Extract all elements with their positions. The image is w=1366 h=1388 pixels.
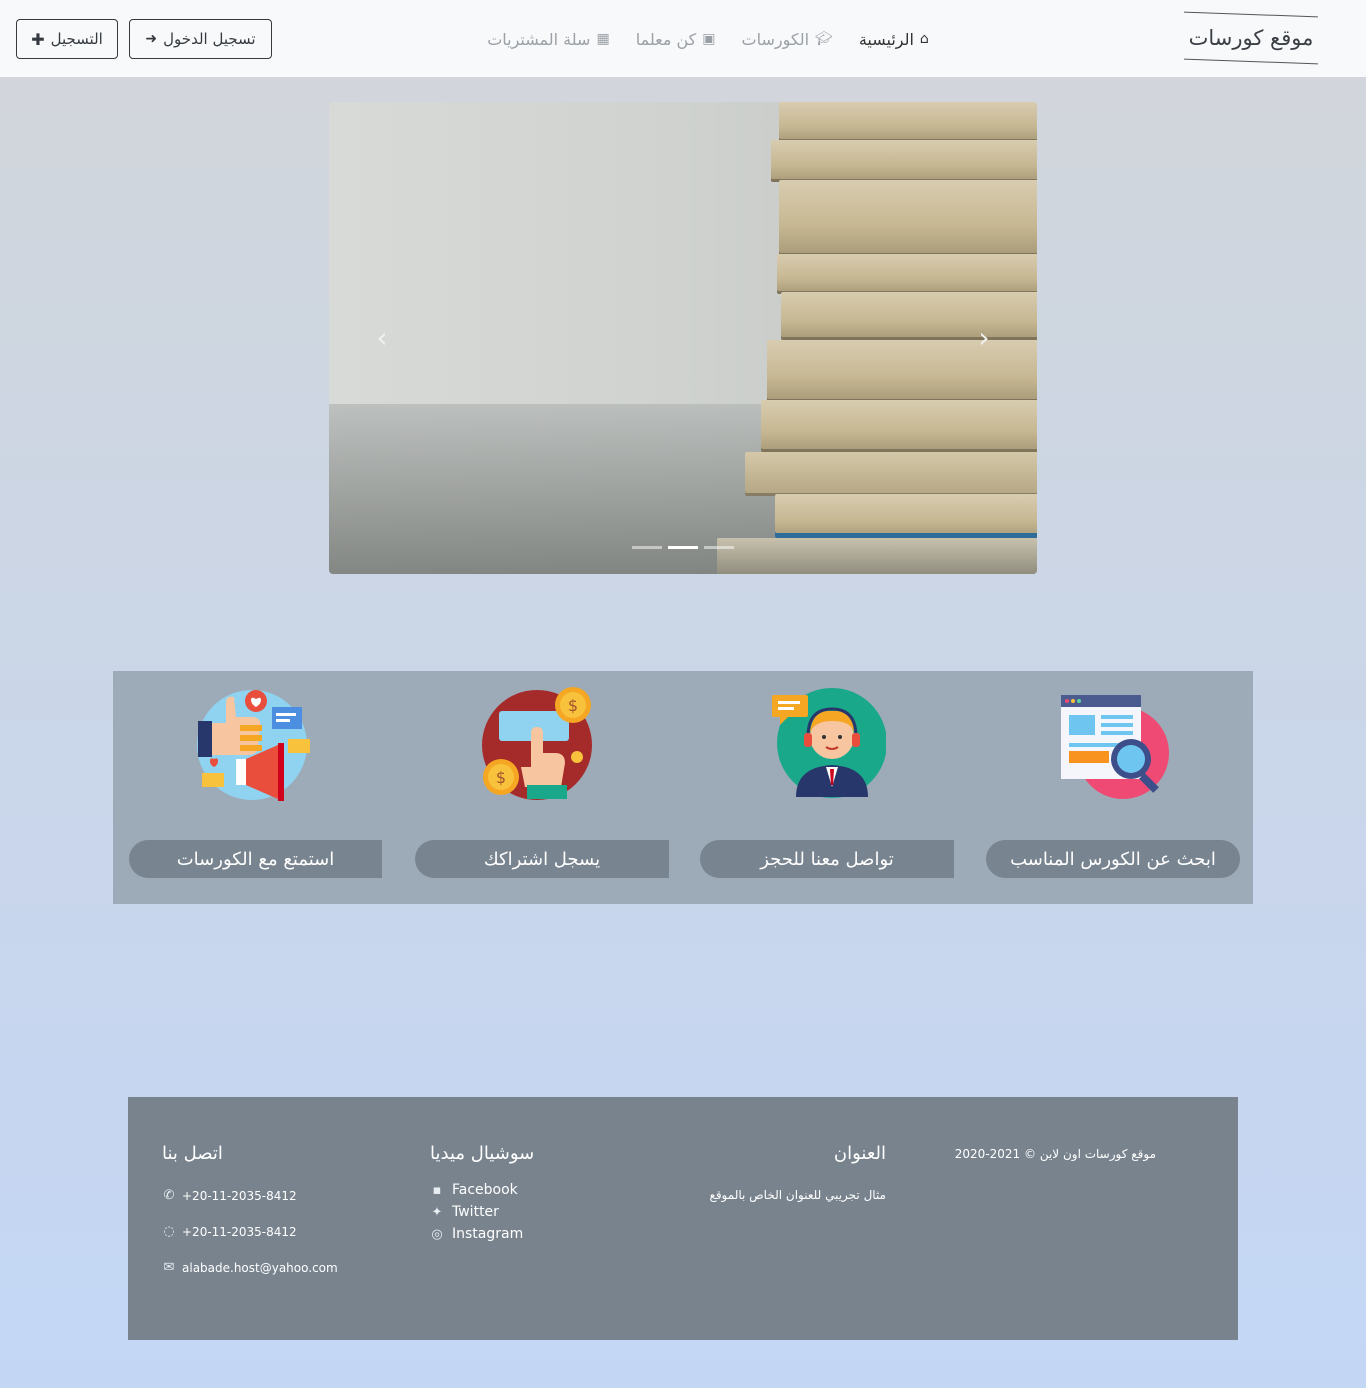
carousel-indicator-active[interactable] — [668, 546, 698, 549]
feature-label: استمتع مع الكورسات — [129, 840, 382, 878]
login-label: تسجيل الدخول — [163, 30, 256, 48]
social-label: Twitter — [452, 1204, 499, 1220]
home-icon: ⌂ — [919, 31, 929, 47]
phone-icon: ✆ — [163, 1188, 175, 1203]
footer: موقع كورسات اون لاين © 2021-2020 العنوان… — [128, 1097, 1238, 1340]
navbar: موقع كورسات ⌂ الرئيسية 🎓︎ الكورسات ▣ كن … — [0, 0, 1366, 77]
email-text: alabade.host@yahoo.com — [182, 1260, 338, 1275]
chevron-right-icon: › — [978, 320, 990, 354]
nav-link-label: سلة المشتريات — [487, 29, 591, 49]
carousel-indicator[interactable] — [704, 546, 734, 549]
footer-social: سوشيال ميديا ▪ Facebook ✦ Twitter ◎ Inst… — [430, 1143, 534, 1248]
register-button[interactable]: التسجيل ✚ — [16, 19, 118, 59]
feature-label: يسجل اشتراكك — [415, 840, 669, 878]
social-link-facebook[interactable]: ▪ Facebook — [430, 1182, 534, 1198]
social-link-twitter[interactable]: ✦ Twitter — [430, 1204, 534, 1220]
address-text: مثال تجريبي للعنوان الخاص بالموقع — [709, 1188, 886, 1202]
nav-link-label: كن معلما — [635, 29, 697, 49]
basket-icon: ▦ — [596, 31, 610, 47]
auth-buttons: التسجيل ✚ تسجيل الدخول ➜ — [16, 19, 272, 59]
contact-whatsapp[interactable]: ◌ +20-11-2035-8412 — [162, 1224, 338, 1239]
footer-contact: اتصل بنا ✆ +20-11-2035-8412 ◌ +20-11-203… — [162, 1143, 338, 1296]
hero-carousel[interactable]: ‹ › — [329, 102, 1037, 574]
feature-contact-booking: تواصل معنا للحجز — [683, 671, 968, 904]
social-link-instagram[interactable]: ◎ Instagram — [430, 1226, 534, 1242]
contact-phone[interactable]: ✆ +20-11-2035-8412 — [162, 1188, 338, 1203]
footer-copyright: موقع كورسات اون لاين © 2021-2020 — [955, 1147, 1156, 1161]
sign-in-icon: ➜ — [145, 31, 158, 47]
address-title: العنوان — [833, 1143, 886, 1164]
nav-link-home[interactable]: ⌂ الرئيسية — [859, 24, 929, 54]
chevron-left-icon: ‹ — [376, 320, 388, 354]
features-strip: ابحث عن الكورس المناسب تواصل معنا للحجز … — [113, 671, 1253, 904]
feature-register-subscription: $ $ يسجل اشتراكك — [398, 671, 683, 904]
graduation-cap-icon: 🎓︎ — [815, 31, 833, 47]
social-title: سوشيال ميديا — [430, 1143, 535, 1164]
contact-email[interactable]: ✉ alabade.host@yahoo.com — [162, 1260, 338, 1275]
teacher-icon: ▣ — [702, 31, 716, 47]
whatsapp-icon: ◌ — [163, 1224, 175, 1239]
whatsapp-text: +20-11-2035-8412 — [182, 1224, 297, 1239]
svg-text:$: $ — [495, 768, 505, 787]
carousel-indicators — [329, 546, 1037, 549]
feature-label: ابحث عن الكورس المناسب — [986, 840, 1240, 878]
support-agent-icon — [766, 687, 887, 807]
search-web-icon — [1051, 687, 1171, 807]
carousel-prev-button[interactable]: ‹ — [367, 320, 397, 354]
envelope-icon: ✉ — [163, 1260, 175, 1275]
social-label: Instagram — [452, 1226, 524, 1242]
instagram-icon: ◎ — [431, 1226, 443, 1242]
nav-link-courses[interactable]: 🎓︎ الكورسات — [742, 24, 833, 54]
svg-text:$: $ — [567, 696, 577, 715]
feature-search-course: ابحث عن الكورس المناسب — [968, 671, 1253, 904]
carousel-next-button[interactable]: › — [969, 320, 999, 354]
footer-address: العنوان مثال تجريبي للعنوان الخاص بالموق… — [709, 1143, 886, 1202]
phone-text: +20-11-2035-8412 — [182, 1188, 297, 1203]
nav-link-label: الكورسات — [741, 29, 810, 49]
nav-link-cart[interactable]: ▦ سلة المشتريات — [487, 24, 610, 54]
carousel-indicator[interactable] — [632, 546, 662, 549]
login-button[interactable]: تسجيل الدخول ➜ — [129, 19, 272, 59]
twitter-icon: ✦ — [431, 1204, 443, 1220]
copyright-text: موقع كورسات اون لاين © 2021-2020 — [954, 1147, 1156, 1161]
facebook-icon: ▪ — [432, 1182, 442, 1198]
feature-label: تواصل معنا للحجز — [700, 840, 954, 878]
feature-enjoy-courses: استمتع مع الكورسات — [113, 671, 398, 904]
register-label: التسجيل — [50, 30, 103, 48]
payment-click-icon: $ $ — [481, 687, 601, 807]
nav-link-be-teacher[interactable]: ▣ كن معلما — [636, 24, 716, 54]
nav-link-label: الرئيسية — [858, 29, 914, 49]
plus-icon: ✚ — [31, 29, 45, 49]
like-marketing-icon — [196, 687, 316, 807]
contact-title: اتصل بنا — [162, 1143, 223, 1164]
social-label: Facebook — [452, 1182, 518, 1198]
